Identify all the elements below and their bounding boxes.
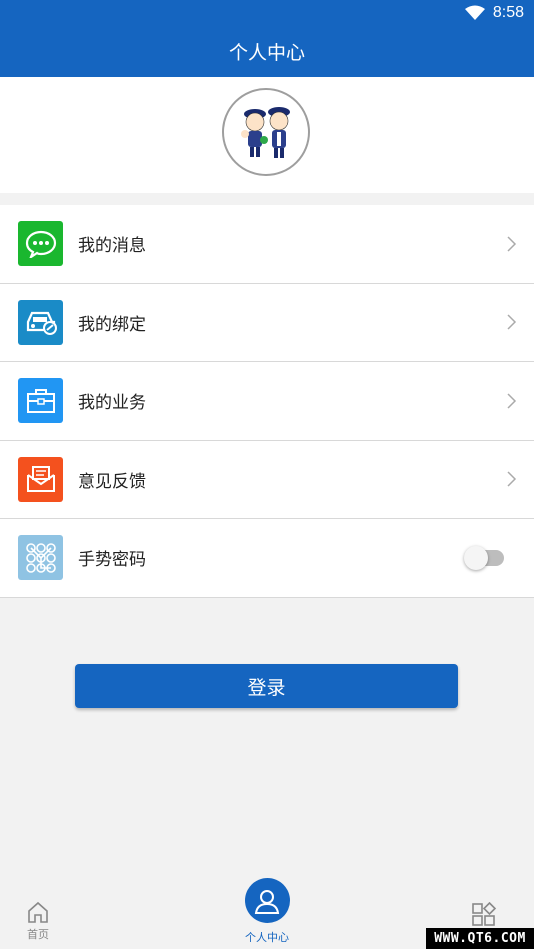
menu-item-label: 我的绑定	[78, 314, 146, 334]
car-icon	[18, 299, 63, 345]
chevron-right-icon	[507, 236, 517, 252]
nav-tab-apps[interactable]	[470, 902, 498, 928]
menu-item-gesture-password: 手势密码	[0, 519, 534, 598]
app-header: 8:58 个人中心	[0, 0, 534, 77]
menu-item-business[interactable]: 我的业务	[0, 362, 534, 441]
user-icon	[254, 889, 280, 914]
nav-tab-profile-label: 个人中心	[245, 932, 289, 944]
gesture-grid-icon	[18, 535, 63, 581]
menu-item-label: 手势密码	[78, 550, 146, 570]
screen: 8:58 个人中心 我的消息 我的绑定 我的业务 意见反馈 手势密码 登录 首页…	[0, 0, 534, 949]
gesture-password-toggle[interactable]	[464, 545, 504, 570]
menu-list: 我的消息 我的绑定 我的业务 意见反馈 手势密码	[0, 205, 534, 598]
home-icon	[28, 901, 48, 923]
status-time: 8:58	[492, 4, 524, 21]
menu-item-label: 我的业务	[78, 393, 146, 413]
login-button[interactable]: 登录	[75, 664, 458, 708]
avatar-section	[0, 77, 534, 193]
nav-tab-home-label: 首页	[27, 929, 49, 941]
police-mascot-icon	[241, 107, 290, 158]
profile-tab-circle	[244, 878, 290, 923]
menu-item-messages[interactable]: 我的消息	[0, 205, 534, 284]
nav-tab-profile[interactable]: 个人中心	[238, 878, 296, 945]
chevron-right-icon	[507, 314, 517, 330]
status-bar: 8:58	[464, 4, 524, 22]
message-icon	[18, 221, 63, 267]
page-title: 个人中心	[228, 43, 305, 64]
chevron-right-icon	[507, 471, 517, 487]
menu-item-label: 意见反馈	[78, 471, 146, 491]
watermark: WWW.QT6.COM	[426, 928, 534, 949]
apps-icon	[472, 902, 497, 926]
menu-item-label: 我的消息	[78, 236, 146, 256]
toggle-knob	[464, 545, 488, 570]
avatar[interactable]	[222, 88, 310, 176]
mail-icon	[18, 456, 63, 502]
nav-tab-home[interactable]: 首页	[18, 900, 58, 942]
wifi-icon	[464, 5, 485, 20]
menu-item-feedback[interactable]: 意见反馈	[0, 441, 534, 519]
briefcase-icon	[18, 378, 63, 424]
chevron-right-icon	[507, 393, 517, 409]
menu-item-binding[interactable]: 我的绑定	[0, 284, 534, 362]
